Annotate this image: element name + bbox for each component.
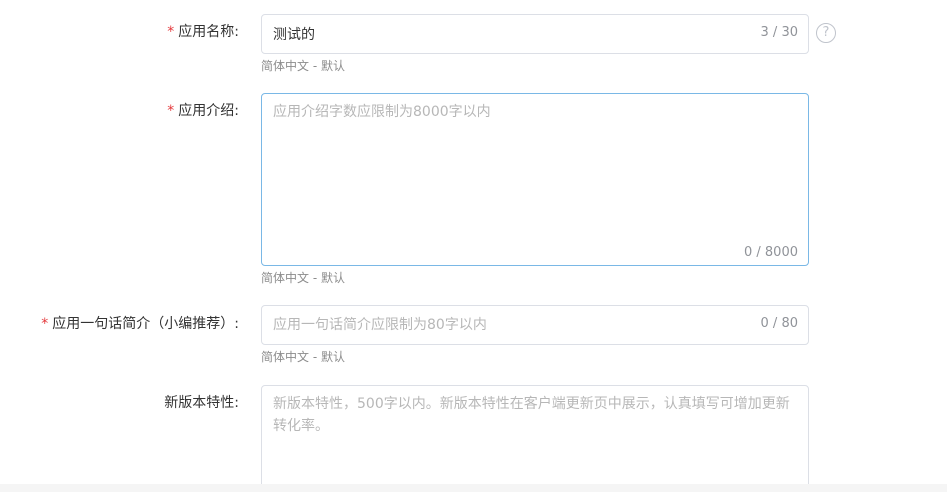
- app-one-liner-input[interactable]: [262, 306, 808, 344]
- app-name-counter: 3 / 30: [760, 25, 798, 40]
- required-mark: *: [167, 24, 175, 40]
- app-one-liner-lang-hint: 简体中文 - 默认: [261, 350, 345, 364]
- new-features-textarea[interactable]: [262, 386, 808, 492]
- app-one-liner-field: 0 / 80: [261, 305, 809, 345]
- app-name-label: * 应用名称:: [167, 24, 239, 40]
- app-info-form: *应用名称: 3 / 30 ? 简体中文 - 默认 *应用介绍: 0 / 800…: [0, 0, 947, 492]
- bottom-divider: [0, 484, 947, 492]
- app-one-liner-counter: 0 / 80: [760, 316, 798, 331]
- app-intro-counter: 0 / 8000: [744, 245, 798, 260]
- new-features-field: [261, 385, 809, 492]
- app-name-input[interactable]: [262, 15, 808, 53]
- app-one-liner-label: * 应用一句话简介（小编推荐）:: [41, 316, 239, 332]
- app-intro-label: * 应用介绍:: [167, 103, 239, 119]
- app-name-lang-hint: 简体中文 - 默认: [261, 59, 345, 73]
- required-mark: *: [41, 316, 49, 332]
- required-mark: *: [167, 103, 175, 119]
- question-circle-icon[interactable]: ?: [816, 23, 836, 43]
- app-name-field: 3 / 30: [261, 14, 809, 54]
- new-features-label: 新版本特性:: [164, 395, 239, 411]
- app-intro-field: 0 / 8000: [261, 93, 809, 266]
- app-intro-lang-hint: 简体中文 - 默认: [261, 271, 345, 285]
- app-intro-textarea[interactable]: [262, 94, 808, 265]
